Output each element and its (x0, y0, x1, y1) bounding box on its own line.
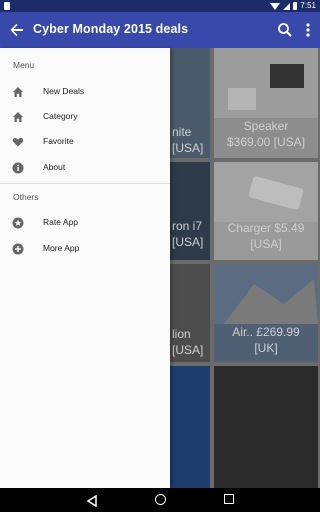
menu-item-label: Rate App (43, 217, 78, 227)
menu-item-more-app[interactable]: More App (0, 237, 170, 259)
deal-caption: Charger $5.49 [USA] (227, 221, 305, 251)
deal-caption: Air.. £269.99 [UK] (232, 325, 300, 355)
overflow-menu-icon[interactable] (302, 21, 314, 39)
menu-item-label: More App (43, 243, 80, 253)
sim-card-icon (4, 2, 10, 10)
nav-recents-icon[interactable] (224, 494, 234, 504)
home-icon (12, 85, 24, 97)
menu-section-header: Menu (13, 60, 35, 70)
battery-icon (293, 2, 298, 10)
menu-item-label: New Deals (43, 86, 85, 96)
menu-item-label: Category (43, 111, 78, 121)
deal-card[interactable]: ron i7 [USA] (170, 162, 210, 260)
menu-item-label: Favorite (43, 136, 74, 146)
heart-icon (12, 135, 24, 147)
menu-item-favorite[interactable]: Favorite (0, 130, 170, 152)
page-title: Cyber Monday 2015 deals (33, 22, 189, 36)
navigation-drawer: Menu New Deals Category Favorite About O… (0, 48, 170, 488)
menu-item-rate-app[interactable]: Rate App (0, 211, 170, 233)
nav-back-icon[interactable] (86, 494, 98, 508)
signal-icon (283, 2, 291, 10)
others-section-header: Others (13, 192, 39, 202)
deal-caption: ron i7 [USA] (172, 219, 204, 249)
deal-caption: Speaker $369.00 [USA] (226, 119, 306, 149)
status-bar: 7:51 (0, 0, 320, 12)
deal-card[interactable]: Charger $5.49 [USA] (214, 162, 318, 260)
deal-card[interactable]: Air.. £269.99 [UK] (214, 264, 318, 362)
menu-item-label: About (43, 162, 66, 172)
deal-caption: lion [USA] (172, 327, 204, 357)
deal-card[interactable]: Speaker $369.00 [USA] (214, 48, 318, 158)
nav-home-icon[interactable] (155, 494, 166, 505)
menu-item-about[interactable]: About (0, 156, 170, 178)
info-icon (12, 161, 24, 174)
menu-item-category[interactable]: Category (0, 105, 170, 127)
star-circle-icon (12, 216, 24, 229)
deal-card[interactable] (214, 366, 318, 488)
wifi-icon (270, 2, 281, 10)
home-icon (12, 110, 24, 122)
deal-caption: nite [USA] (172, 125, 204, 155)
deal-card[interactable] (170, 366, 210, 488)
add-circle-icon (12, 242, 24, 255)
status-time: 7:51 (300, 1, 316, 10)
drawer-divider (0, 183, 170, 184)
deal-card[interactable]: nite [USA] (170, 48, 210, 158)
system-nav-bar (0, 488, 320, 512)
app-bar: Cyber Monday 2015 deals (0, 12, 320, 48)
menu-item-new-deals[interactable]: New Deals (0, 80, 170, 102)
search-icon[interactable] (276, 21, 294, 39)
deal-card[interactable]: lion [USA] (170, 264, 210, 362)
back-arrow-icon[interactable] (8, 21, 26, 39)
